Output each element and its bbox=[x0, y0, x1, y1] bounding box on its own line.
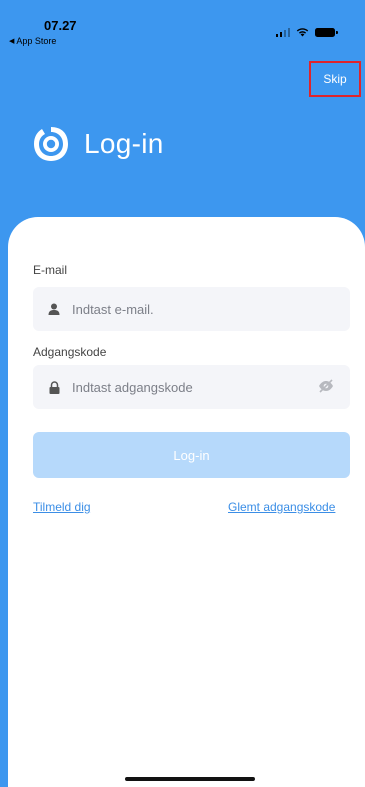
email-placeholder: Indtast e-mail. bbox=[72, 301, 154, 317]
login-button[interactable]: Log-in bbox=[33, 432, 350, 478]
eye-ring-logo-icon bbox=[32, 125, 70, 168]
eye-slash-icon[interactable] bbox=[318, 379, 334, 398]
signal-icon bbox=[275, 27, 290, 37]
back-triangle-icon: ◀ bbox=[9, 38, 15, 45]
skip-button[interactable]: Skip bbox=[309, 61, 361, 97]
battery-icon bbox=[315, 27, 338, 37]
status-time: 07.27 bbox=[44, 18, 77, 33]
user-icon bbox=[47, 302, 61, 316]
back-label: App Store bbox=[16, 36, 57, 46]
wifi-icon bbox=[296, 27, 309, 37]
login-button-label: Log-in bbox=[173, 447, 210, 463]
lock-icon bbox=[47, 380, 61, 394]
password-placeholder: Indtast adgangskode bbox=[72, 379, 193, 395]
signup-link[interactable]: Tilmeld dig bbox=[33, 500, 91, 514]
page-title: Log-in bbox=[84, 128, 164, 159]
skip-label: Skip bbox=[323, 72, 347, 86]
email-field[interactable]: Indtast e-mail. bbox=[33, 287, 350, 331]
status-icons bbox=[275, 27, 338, 37]
back-to-app-store[interactable]: ◀ App Store bbox=[9, 36, 56, 46]
login-screen: 07.27 ◀ App Store Skip Log-in E-mail Ind… bbox=[0, 0, 365, 787]
home-indicator[interactable] bbox=[125, 777, 255, 781]
password-label: Adgangskode bbox=[33, 345, 107, 359]
email-label: E-mail bbox=[33, 263, 68, 277]
password-field[interactable]: Indtast adgangskode bbox=[33, 365, 350, 409]
forgot-password-link[interactable]: Glemt adgangskode bbox=[228, 500, 335, 514]
